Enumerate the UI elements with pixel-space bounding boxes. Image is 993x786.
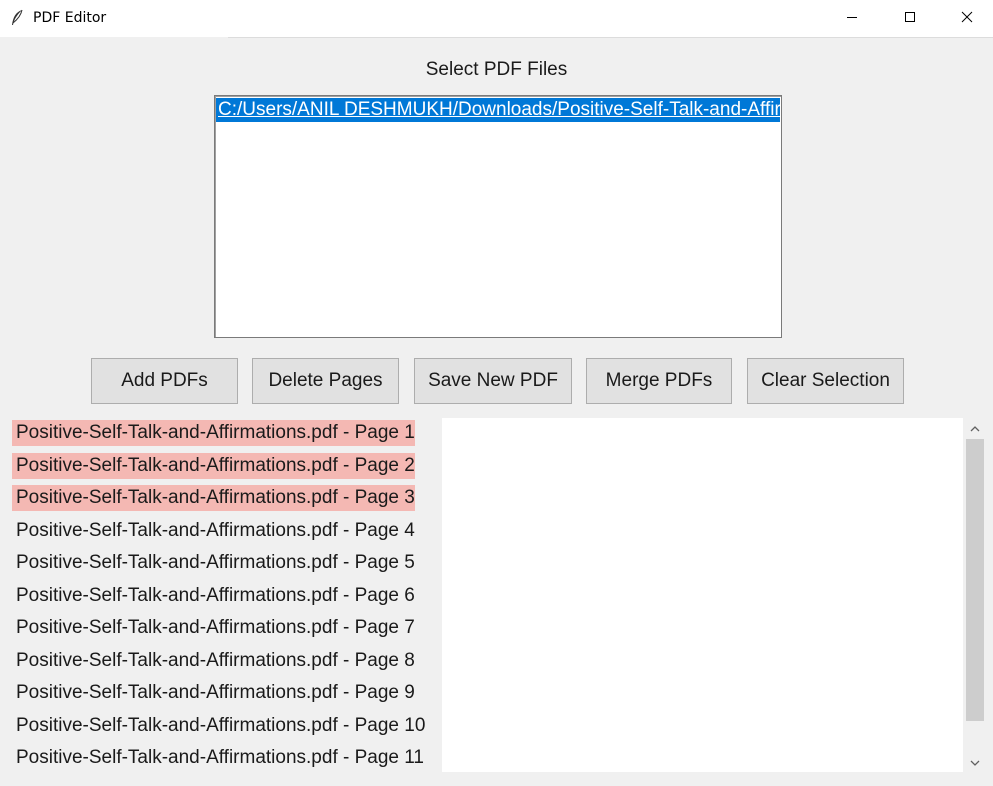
page-list-item[interactable]: Positive-Self-Talk-and-Affirmations.pdf … <box>12 648 415 674</box>
scroll-up-button[interactable] <box>963 418 987 438</box>
page-list-item[interactable]: Positive-Self-Talk-and-Affirmations.pdf … <box>12 680 415 706</box>
clear-selection-button[interactable]: Clear Selection <box>747 358 904 404</box>
feather-icon <box>10 9 24 27</box>
page-list-item[interactable]: Positive-Self-Talk-and-Affirmations.pdf … <box>12 745 424 771</box>
page-list-item[interactable]: Positive-Self-Talk-and-Affirmations.pdf … <box>12 713 425 739</box>
scroll-down-button[interactable] <box>963 752 987 772</box>
minimize-button[interactable] <box>823 0 881 37</box>
chevron-down-icon <box>970 753 980 771</box>
save-new-pdf-button[interactable]: Save New PDF <box>414 358 572 404</box>
chevron-up-icon <box>970 419 980 437</box>
page-list-item[interactable]: Positive-Self-Talk-and-Affirmations.pdf … <box>12 550 415 576</box>
pages-scrollbar[interactable] <box>963 418 987 772</box>
window-title: PDF Editor <box>33 10 107 26</box>
close-icon <box>961 10 973 28</box>
delete-pages-button[interactable]: Delete Pages <box>252 358 399 404</box>
scroll-thumb[interactable] <box>966 439 984 721</box>
page-list-item[interactable]: Positive-Self-Talk-and-Affirmations.pdf … <box>12 583 415 609</box>
page-list-item[interactable]: Positive-Self-Talk-and-Affirmations.pdf … <box>12 420 415 446</box>
merge-pdfs-button[interactable]: Merge PDFs <box>586 358 732 404</box>
pages-listbox[interactable]: Positive-Self-Talk-and-Affirmations.pdf … <box>12 418 963 772</box>
close-button[interactable] <box>938 0 993 37</box>
page-list-item[interactable]: Positive-Self-Talk-and-Affirmations.pdf … <box>12 518 415 544</box>
title-bar: PDF Editor <box>0 0 993 37</box>
add-pdfs-button[interactable]: Add PDFs <box>91 358 238 404</box>
minimize-icon <box>846 10 858 28</box>
maximize-icon <box>904 10 916 28</box>
page-list-item[interactable]: Positive-Self-Talk-and-Affirmations.pdf … <box>12 453 415 479</box>
page-list-item[interactable]: Positive-Self-Talk-and-Affirmations.pdf … <box>12 485 415 511</box>
file-list-item[interactable]: C:/Users/ANIL DESHMUKH/Downloads/Positiv… <box>216 98 780 122</box>
page-list-item[interactable]: Positive-Self-Talk-and-Affirmations.pdf … <box>12 615 415 641</box>
file-listbox[interactable]: C:/Users/ANIL DESHMUKH/Downloads/Positiv… <box>214 95 782 338</box>
maximize-button[interactable] <box>881 0 939 37</box>
title-bar-divider <box>228 37 993 38</box>
select-files-heading: Select PDF Files <box>425 59 568 80</box>
